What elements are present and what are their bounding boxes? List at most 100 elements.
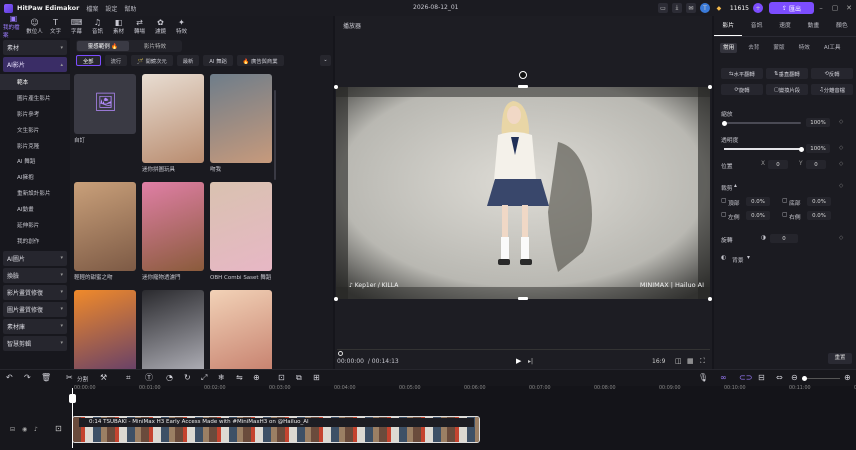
reverse-icon[interactable]: ⇋ [236, 373, 243, 383]
sidebar-item[interactable]: AI擁抱 [0, 169, 70, 185]
redo-icon[interactable]: ↷ [24, 373, 31, 383]
tab-property[interactable]: 影片 [714, 16, 743, 36]
tab-6[interactable]: ⇄ 轉場 [129, 16, 150, 37]
sidebar-item[interactable]: 文生影片 [0, 122, 70, 138]
delete-icon[interactable]: 🗑 [41, 373, 51, 383]
split-label[interactable]: 分割 [77, 375, 88, 385]
resize-handle-bottom[interactable] [518, 297, 528, 300]
template-card[interactable]: 幻影克隆人 [74, 290, 136, 369]
rotate-handle[interactable] [519, 71, 527, 79]
sidebar-item[interactable]: 範本 [0, 74, 70, 90]
split-options-icon[interactable]: ⚒ [100, 373, 107, 383]
crop-value[interactable]: 0.0% [746, 197, 770, 206]
crop-icon[interactable]: ⌗ [126, 373, 131, 383]
video-canvas[interactable]: ♪ Kep1er / KILLA MINIMAX | Hailuo AI [336, 87, 710, 299]
zoom-out-icon[interactable]: ⊖ [791, 373, 798, 383]
mask-icon[interactable]: ⊕ [253, 373, 260, 383]
template-card[interactable]: 吻我 [210, 74, 272, 173]
filter-chip[interactable]: 全部 [76, 55, 101, 66]
chevron-down-icon[interactable]: ⌄ [320, 55, 331, 66]
resize-handle-tr[interactable] [708, 85, 712, 89]
sidebar-item[interactable]: 我的創作 [0, 233, 70, 249]
video-clip[interactable]: 0:14 TSUBAKI - MiniMax H3 Early Access M… [72, 416, 480, 443]
subtab[interactable]: 常用 [720, 43, 738, 53]
filter-chip[interactable]: 最新 [176, 55, 200, 66]
text-tool-icon[interactable]: Ⓣ [145, 373, 153, 383]
resize-handle-bl[interactable] [334, 297, 338, 301]
sidebar-group[interactable]: 影片畫質修復 ▾ [3, 284, 67, 300]
resize-handle-br[interactable] [708, 297, 712, 301]
subtab[interactable]: 去背 [745, 43, 762, 53]
download-icon[interactable]: ⤓ [671, 3, 682, 13]
template-card[interactable]: 迷你布偶裝 [210, 290, 272, 369]
tab-2[interactable]: T 文字 [45, 16, 66, 37]
fit-icon[interactable]: ⤢ [201, 373, 207, 383]
keyframe-icon[interactable]: ◇ [839, 119, 843, 125]
tab-property[interactable]: 速度 [771, 16, 799, 36]
zoom-slider-knob[interactable] [802, 376, 807, 381]
crop-value[interactable]: 0.0% [807, 197, 831, 206]
track-link-icon[interactable]: ⊟ [758, 373, 765, 383]
rotate-dial-icon[interactable]: ◑ [761, 235, 766, 241]
filter-chip[interactable]: 🔥 廣告與商業 [236, 55, 284, 66]
sidebar-item[interactable]: 圖片產生影片 [0, 90, 70, 106]
menu-file[interactable]: 檔案 [86, 6, 98, 13]
maximize-icon[interactable]: ▢ [828, 4, 842, 12]
gift-icon[interactable]: ✉ [685, 3, 696, 13]
monitor-icon[interactable]: ▭ [657, 3, 668, 13]
sidebar-group[interactable]: AI圖片 ▾ [3, 250, 67, 266]
sidebar-group[interactable]: 素材 ▾ [3, 40, 67, 55]
link-icon[interactable]: ⊂⊃ [739, 373, 752, 383]
resize-handle-top[interactable] [518, 85, 528, 88]
freeze-icon[interactable]: ❄ [218, 373, 225, 383]
avatar[interactable]: T [699, 3, 710, 13]
sidebar-item[interactable]: AI 舞蹈 [0, 153, 70, 169]
export-frame-icon[interactable]: ⊞ [313, 373, 320, 383]
crop-value[interactable]: 0.0% [746, 211, 770, 220]
scale-slider-knob[interactable] [721, 120, 727, 126]
keyframe-icon[interactable]: ◇ [839, 183, 843, 189]
snapshot-icon[interactable]: ◫ [675, 357, 682, 365]
tab-4[interactable]: ♫ 音訊 [87, 16, 108, 37]
export-button[interactable]: ⇪ 匯出 [769, 2, 814, 14]
subtab[interactable]: 特效 [796, 43, 813, 53]
track-lock-icon[interactable]: ⊟ [10, 426, 15, 433]
magnet-icon[interactable]: ∞ [720, 373, 727, 383]
template-card[interactable]: 迷你寵物透濾門 [142, 182, 204, 281]
track-visibility-icon[interactable]: ◉ [22, 426, 27, 433]
quality-icon[interactable]: ▦ [687, 357, 694, 365]
undo-icon[interactable]: ↶ [6, 373, 13, 383]
close-icon[interactable]: ✕ [842, 4, 856, 12]
crop-expand-icon[interactable]: ▴ [734, 183, 737, 189]
sidebar-group[interactable]: 素材庫 ▾ [3, 318, 67, 334]
transform-button[interactable]: ⟳ 旋轉 [721, 84, 763, 95]
zoom-slider[interactable] [802, 376, 840, 381]
transform-button[interactable]: ⇅ 垂直翻轉 [766, 68, 808, 79]
track-mute-icon[interactable]: ♪ [34, 426, 38, 433]
tab-property[interactable]: 音訊 [742, 16, 770, 36]
track-thumbnail-icon[interactable]: ⊡ [55, 424, 62, 433]
playhead-handle[interactable] [69, 394, 76, 403]
filter-chip[interactable]: AI 舞蹈 [203, 55, 233, 66]
tab-video-effects[interactable]: 影片特效 [129, 41, 181, 51]
transform-button[interactable]: ⟲ 反轉 [811, 68, 853, 79]
tab-property[interactable]: 顏色 [828, 16, 856, 36]
template-card[interactable]: 麥克傑森 [142, 290, 204, 369]
zoom-in-icon[interactable]: ⊕ [844, 373, 851, 383]
tab-1[interactable]: ☺ 數位人 [24, 16, 45, 37]
tab-7[interactable]: ✿ 濾鏡 [150, 16, 171, 37]
keyframe-icon[interactable]: ◇ [839, 235, 843, 241]
template-card[interactable]: 🖼 自訂 [74, 74, 136, 144]
sidebar-group[interactable]: AI影片 ▴ [3, 57, 67, 72]
transform-button[interactable]: ▢ 變換片段 [766, 84, 808, 95]
preview-track-icon[interactable]: ⇔ [776, 373, 783, 383]
split-icon[interactable]: ✂ [66, 373, 73, 383]
sidebar-item[interactable]: 重新設計影片 [0, 185, 70, 201]
subtab[interactable]: AI工具 [821, 43, 844, 53]
rotate-input[interactable]: 0 [770, 234, 798, 243]
play-icon[interactable]: ▶ [516, 357, 521, 365]
transform-button[interactable]: ⇆ 水平翻轉 [721, 68, 763, 79]
sidebar-group[interactable]: 智慧剪輯 ▾ [3, 335, 67, 351]
filter-chip[interactable]: 流行 [104, 55, 128, 66]
playback-progress-bar[interactable] [337, 349, 710, 350]
